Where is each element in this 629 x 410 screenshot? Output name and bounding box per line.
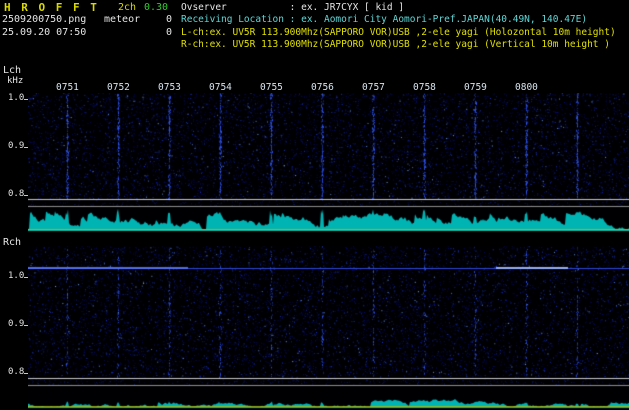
time-label: 0754 (209, 82, 232, 93)
time-label: 0759 (464, 82, 487, 93)
freq-label-0-8: 0.8 (8, 189, 25, 199)
freq-label-0-8: 0.8 (8, 367, 25, 377)
channel-mode: 2ch (118, 2, 137, 13)
app-version: 0.30 (144, 2, 169, 13)
time-label: 0753 (158, 82, 181, 93)
rch-config-line: R-ch:ex. UV5R 113.900Mhz(SAPPORO VOR)USB… (181, 39, 610, 50)
freq-label-1-0: 1.0 (8, 271, 25, 281)
time-label: 0752 (107, 82, 130, 93)
meteor-count-top: 0 (166, 14, 173, 25)
time-label: 0758 (413, 82, 436, 93)
freq-label-0-9: 0.9 (8, 319, 25, 329)
khz-unit-label: kHz (7, 76, 24, 86)
lch-channel-label: Lch (3, 65, 22, 76)
lch-config-line: L-ch:ex. UV5R 113.900Mhz(SAPPORO VOR)USB… (181, 27, 616, 38)
lch-spectrogram-canvas (28, 93, 629, 232)
freq-label-1-0: 1.0 (8, 93, 25, 103)
location-line: Receiving Location : ex. Aomori City Aom… (181, 14, 588, 25)
time-label: 0756 (311, 82, 334, 93)
time-label: 0755 (260, 82, 283, 93)
datetime-stamp: 25.09.20 07:50 (2, 27, 87, 38)
meteor-label: meteor (104, 14, 141, 25)
time-label: 0800 (515, 82, 538, 93)
time-label: 0751 (56, 82, 79, 93)
output-filename: 2509200750.png (2, 14, 87, 25)
rch-spectrogram-canvas (28, 246, 629, 410)
observer-line: Ovserver : ex. JR7CYX [ kid ] (181, 2, 405, 13)
app-title: H R O F F T (4, 1, 99, 14)
time-label: 0757 (362, 82, 385, 93)
freq-label-0-9: 0.9 (8, 141, 25, 151)
meteor-count-bottom: 0 (166, 27, 173, 38)
hrofft-output: H R O F F T 2ch 0.30 2509200750.png mete… (0, 0, 629, 410)
rch-channel-label: Rch (3, 237, 22, 248)
